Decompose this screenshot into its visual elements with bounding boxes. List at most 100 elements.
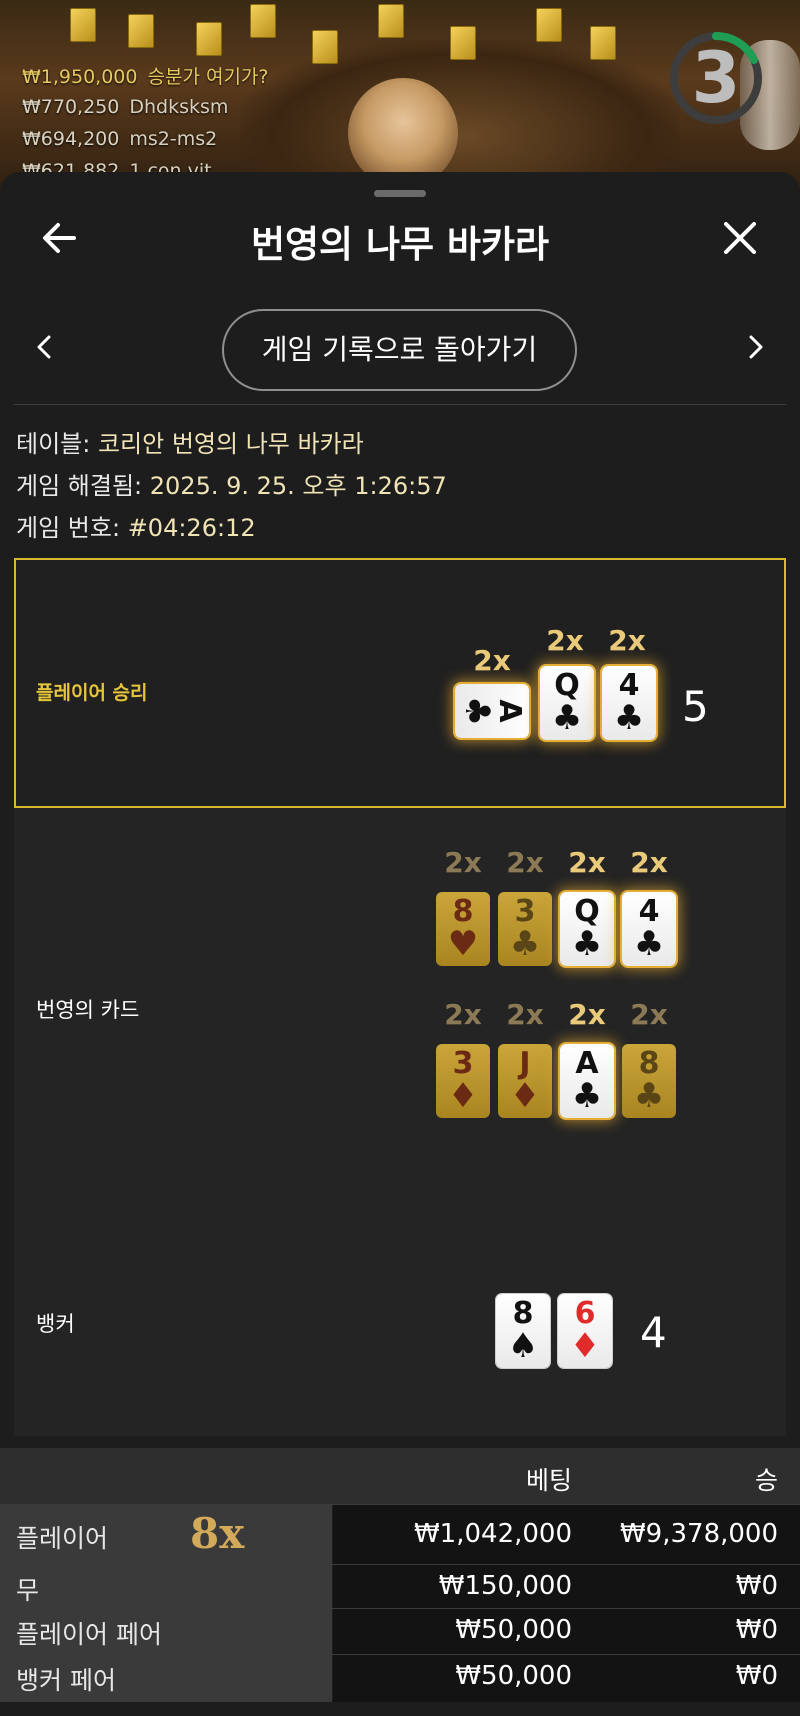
club-suit-icon: ♣ (571, 1076, 603, 1116)
gold-charm-decoration (536, 8, 562, 42)
table-label: 테이블: (16, 430, 91, 458)
previous-game-button[interactable] (30, 332, 60, 362)
bet-amount: ₩50,000 (455, 1661, 572, 1691)
fortune-cards-label: 번영의 카드 (36, 998, 140, 1022)
game-history-sheet: 번영의 나무 바카라 게임 기록으로 돌아가기 테이블: 코리안 번영의 나무 … (0, 172, 800, 1716)
multiplier-badge: 8x (190, 1509, 245, 1558)
timer-value: 3 (691, 37, 741, 119)
game-number-info: 게임 번호: #04:26:12 (16, 508, 256, 543)
gold-charm-decoration (450, 26, 476, 60)
playing-card: J ♦ (498, 1044, 552, 1118)
card-rank: A (492, 699, 527, 723)
bet-type: 플레이어 페어 (16, 1620, 162, 1649)
bet-type: 무 (16, 1576, 40, 1605)
chevron-left-icon (37, 335, 51, 359)
card-multiplier: 2x (568, 998, 606, 1031)
diamond-suit-icon: ♦ (509, 1076, 541, 1116)
heart-suit-icon: ♥ (447, 924, 479, 964)
row-name-cell (0, 1565, 332, 1608)
card-multiplier: 2x (568, 846, 606, 879)
bets-table-header: 베팅 승 (0, 1448, 800, 1504)
playing-card: 8 ♠ (496, 1294, 550, 1368)
club-suit-icon: ♣ (633, 924, 665, 964)
win-column-header: 승 (754, 1466, 778, 1495)
leaderboard-amount: ₩694,200 (22, 128, 120, 150)
gold-charm-decoration (70, 8, 96, 42)
player-win-label: 플레이어 승리 (36, 682, 148, 704)
card-multiplier: 2x (608, 624, 646, 657)
diamond-suit-icon: ♦ (569, 1326, 601, 1366)
leaderboard-name: Dhdksksm (129, 96, 229, 118)
club-suit-icon: ♣ (571, 924, 603, 964)
resolved-value: 2025. 9. 25. 오후 1:26:57 (149, 472, 447, 500)
back-to-history-button[interactable]: 게임 기록으로 돌아가기 (222, 309, 577, 391)
table-info: 테이블: 코리안 번영의 나무 바카라 (16, 424, 364, 459)
chevron-right-icon (749, 335, 763, 359)
player-score: 5 (682, 682, 709, 731)
gold-charm-decoration (196, 22, 222, 56)
playing-card: 4 ♣ (602, 666, 656, 740)
playing-card: A ♣ (560, 1044, 614, 1118)
table-row: 뱅커 페어 ₩50,000 ₩0 (0, 1654, 800, 1702)
table-row: 플레이어 8x ₩1,042,000 ₩9,378,000 (0, 1504, 800, 1564)
close-button[interactable] (718, 216, 762, 260)
card-multiplier: 2x (506, 846, 544, 879)
table-row: 플레이어 페어 ₩50,000 ₩0 (0, 1608, 800, 1654)
leaderboard-entry: ₩694,200 ms2-ms2 (22, 128, 217, 150)
sheet-drag-handle[interactable] (374, 190, 426, 197)
leaderboard-entry: ₩770,250 Dhdksksm (22, 96, 228, 118)
leaderboard-name: 승분가 여기가? (147, 66, 269, 88)
bet-amount: ₩150,000 (438, 1571, 572, 1601)
bet-amount: ₩50,000 (455, 1615, 572, 1645)
gold-charm-decoration (378, 4, 404, 38)
playing-card: 8 ♥ (436, 892, 490, 966)
card-multiplier: 2x (630, 846, 668, 879)
playing-card: 6 ♦ (558, 1294, 612, 1368)
playing-card: 4 ♣ (622, 892, 676, 966)
club-suit-icon: ♣ (457, 695, 497, 727)
card-multiplier: 2x (444, 846, 482, 879)
win-amount: ₩9,378,000 (619, 1519, 778, 1549)
card-multiplier: 2x (546, 624, 584, 657)
back-arrow-button[interactable] (38, 216, 82, 260)
game-number-label: 게임 번호: (16, 514, 121, 542)
card-multiplier: 2x (444, 998, 482, 1031)
banker-label: 뱅커 (36, 1312, 75, 1336)
leaderboard-entry: ₩1,950,000 승분가 여기가? (22, 62, 269, 89)
playing-card: Q ♣ (540, 666, 594, 740)
resolved-label: 게임 해결됨: (16, 472, 143, 500)
win-amount: ₩0 (735, 1661, 778, 1691)
close-icon (724, 222, 756, 254)
bet-column-header: 베팅 (525, 1466, 572, 1495)
resolved-info: 게임 해결됨: 2025. 9. 25. 오후 1:26:57 (16, 466, 447, 501)
gold-charm-decoration (312, 30, 338, 64)
club-suit-icon: ♣ (551, 698, 583, 738)
gold-charm-decoration (250, 4, 276, 38)
card-multiplier: 2x (630, 998, 668, 1031)
table-value: 코리안 번영의 나무 바카라 (97, 430, 364, 458)
countdown-timer: 3 (668, 30, 764, 126)
card-multiplier: 2x (506, 998, 544, 1031)
playing-card: 3 ♣ (498, 892, 552, 966)
arrow-left-icon (43, 223, 76, 253)
playing-card: 8 ♣ (622, 1044, 676, 1118)
win-amount: ₩0 (735, 1571, 778, 1601)
playing-card: A ♣ (455, 684, 529, 738)
leaderboard-name: ms2-ms2 (129, 128, 218, 150)
leaderboard-amount: ₩1,950,000 (22, 66, 138, 88)
banker-score: 4 (640, 1308, 667, 1357)
spade-suit-icon: ♠ (507, 1326, 539, 1366)
bet-type: 뱅커 페어 (16, 1666, 116, 1695)
club-suit-icon: ♣ (509, 924, 541, 964)
page-title: 번영의 나무 바카라 (250, 223, 550, 266)
gold-charm-decoration (128, 14, 154, 48)
playing-card: 3 ♦ (436, 1044, 490, 1118)
bet-amount: ₩1,042,000 (413, 1519, 572, 1549)
next-game-button[interactable] (740, 332, 770, 362)
diamond-suit-icon: ♦ (447, 1076, 479, 1116)
gold-charm-decoration (590, 26, 616, 60)
table-row: 무 ₩150,000 ₩0 (0, 1564, 800, 1608)
club-suit-icon: ♣ (633, 1076, 665, 1116)
card-multiplier: 2x (473, 644, 511, 677)
club-suit-icon: ♣ (613, 698, 645, 738)
